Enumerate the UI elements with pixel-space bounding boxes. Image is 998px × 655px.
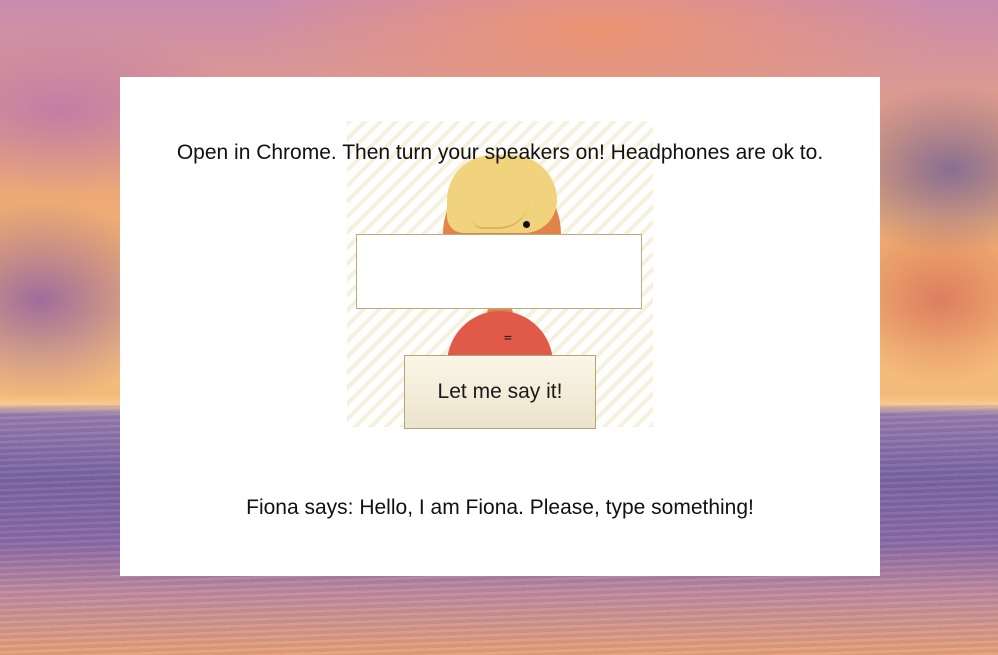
speech-input[interactable] [356, 234, 642, 309]
say-it-button[interactable]: Let me say it! [404, 355, 596, 429]
character-eye [523, 221, 530, 228]
instruction-text: Open in Chrome. Then turn your speakers … [176, 141, 824, 164]
fiona-message: Fiona says: Hello, I am Fiona. Please, t… [246, 496, 754, 519]
app-card: = Open in Chrome. Then turn your speaker… [120, 77, 880, 576]
shirt-mark: = [504, 331, 512, 346]
